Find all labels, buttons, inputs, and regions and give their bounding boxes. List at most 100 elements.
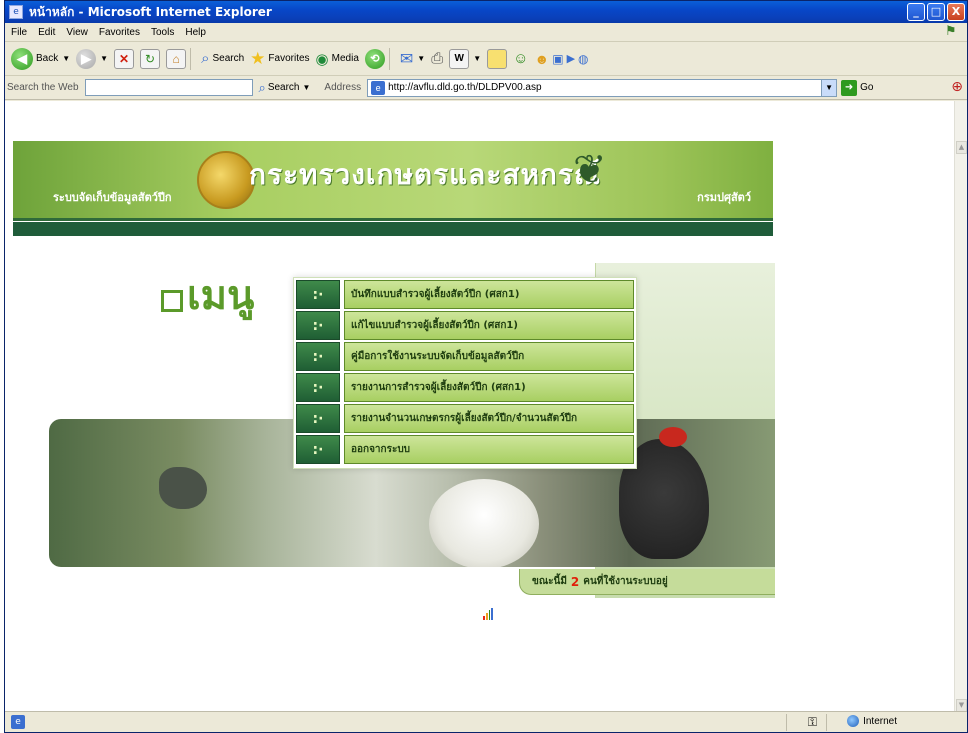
forward-arrow-icon: ▶	[76, 48, 97, 69]
scroll-up-icon[interactable]: ▲	[956, 141, 967, 154]
history-button[interactable]: ⟲	[364, 48, 385, 69]
media-label: Media	[331, 53, 359, 64]
menu-item-label[interactable]: รายงานจำนวนเกษตรกรผู้เลี้ยงสัตว์ปีก/จำนว…	[344, 404, 634, 433]
stats-counter-icon[interactable]	[483, 608, 493, 620]
back-button[interactable]: ◀ Back ▼	[11, 47, 71, 70]
menu-help[interactable]: Help	[179, 27, 211, 38]
toolbar-separator	[388, 47, 390, 70]
window-title: หน้าหลัก - Microsoft Internet Explorer	[29, 4, 272, 19]
bullet-icon: :·	[296, 404, 340, 433]
search-web-button[interactable]: ⌕ Search ▼	[259, 80, 311, 96]
star-icon: ★	[250, 48, 266, 68]
header-banner: ระบบจัดเก็บข้อมูลสัตว์ปีก กระทรวงเกษตรแล…	[13, 141, 773, 236]
mail-icon: ✉	[399, 50, 414, 68]
print-button[interactable]: ⎙	[431, 50, 443, 67]
messenger-button[interactable]: ☺	[513, 50, 528, 67]
menu-item-edit-survey[interactable]: :· แก้ไขแบบสำรวจผู้เลี้ยงสัตว์ปีก (ศสก1)	[296, 311, 634, 340]
online-prefix: ขณะนี้มี	[532, 576, 567, 587]
extra-tools[interactable]: ☻ ▣ ▶ ◍	[534, 51, 588, 67]
refresh-button[interactable]: ↻	[140, 48, 161, 69]
vertical-scrollbar[interactable]: ▲ ▼	[954, 101, 967, 712]
security-icon: ⚿	[807, 715, 817, 729]
home-button[interactable]: ⌂	[166, 48, 187, 69]
system-label: ระบบจัดเก็บข้อมูลสัตว์ปีก	[53, 191, 172, 204]
search-web-input[interactable]	[84, 79, 253, 96]
menu-item-survey-report[interactable]: :· รายงานการสำรวจผู้เลี้ยงสัตว์ปีก (ศสก1…	[296, 373, 634, 402]
mail-button[interactable]: ✉ ▼	[400, 49, 425, 69]
address-dropdown-button[interactable]: ▼	[821, 79, 837, 96]
bullet-icon: :·	[296, 373, 340, 402]
search-web-label: Search the Web	[7, 82, 79, 93]
menu-item-manual[interactable]: :· คู่มือการใช้งานระบบจัดเก็บข้อมูลสัตว์…	[296, 342, 634, 371]
menu-item-label[interactable]: ออกจากระบบ	[344, 435, 634, 464]
globe-icon	[847, 715, 860, 727]
search-label: Search	[212, 53, 245, 64]
stop-icon: ✕	[114, 48, 135, 69]
search-button[interactable]: ⌕ Search	[201, 50, 244, 67]
chevron-down-icon: ▼	[62, 54, 71, 63]
chevron-down-icon: ▼	[417, 54, 426, 63]
go-label: Go	[860, 82, 874, 93]
monitor-icon: ▣	[552, 51, 564, 66]
edit-button[interactable]: W ▼	[449, 48, 481, 69]
back-arrow-icon: ◀	[11, 47, 33, 70]
menu-item-label[interactable]: แก้ไขแบบสำรวจผู้เลี้ยงสัตว์ปีก (ศสก1)	[344, 311, 634, 340]
status-divider	[826, 714, 827, 731]
ie-icon: e	[9, 5, 23, 19]
status-bar: e ⚿ Internet	[5, 711, 967, 732]
search-web-button-label: Search	[267, 82, 300, 93]
magnifier-icon: ⌕	[201, 50, 210, 67]
white-bird-figure	[429, 479, 539, 567]
minimize-button[interactable]: _	[907, 3, 925, 21]
stop-button[interactable]: ✕	[114, 48, 135, 69]
back-label: Back	[36, 53, 59, 64]
go-button[interactable]: ➜ Go	[841, 79, 874, 96]
smiley-icon: ☻	[534, 50, 550, 67]
close-button[interactable]: X	[947, 3, 965, 21]
menu-favorites[interactable]: Favorites	[93, 27, 145, 38]
word-icon: W	[449, 48, 470, 69]
menu-bar: File Edit View Favorites Tools Help ⚑	[5, 23, 967, 42]
menu-view[interactable]: View	[60, 27, 93, 38]
menu-title: เมนู	[187, 273, 255, 319]
zone-label: Internet	[863, 715, 897, 727]
acrobat-icon[interactable]: ⊕	[951, 79, 963, 95]
browser-window: e หน้าหลัก - Microsoft Internet Explorer…	[4, 0, 968, 733]
chevron-down-icon: ▼	[302, 83, 311, 92]
bullet-icon: :·	[296, 280, 340, 309]
chevron-down-icon: ▼	[100, 54, 109, 63]
pigeon-figure	[159, 467, 207, 509]
bamboo-icon: ❦	[573, 147, 607, 193]
discuss-button[interactable]	[487, 48, 508, 69]
bullet-icon: :·	[296, 342, 340, 371]
menu-item-label[interactable]: รายงานการสำรวจผู้เลี้ยงสัตว์ปีก (ศสก1)	[344, 373, 634, 402]
ministry-seal	[197, 151, 255, 209]
toolbar-separator	[190, 47, 192, 70]
status-divider	[786, 714, 787, 731]
address-input[interactable]: e http://avflu.dld.go.th/DLDPV00.asp ▼	[367, 78, 838, 97]
online-count: 2	[570, 574, 580, 589]
magnifier-icon: ⌕	[258, 79, 266, 95]
menu-tools[interactable]: Tools	[145, 27, 179, 38]
bullet-icon: :·	[296, 311, 340, 340]
go-arrow-icon: ➜	[841, 79, 858, 96]
favorites-button[interactable]: ★ Favorites	[250, 49, 309, 69]
forward-button[interactable]: ▶ ▼	[76, 48, 109, 69]
main-menu: :· บันทึกแบบสำรวจผู้เลี้ยงสัตว์ปีก (ศสก1…	[293, 277, 637, 469]
page-icon: e	[371, 80, 386, 95]
bullet-icon: :·	[296, 435, 340, 464]
windows-logo-icon: ⚑	[945, 24, 957, 39]
menu-item-logout[interactable]: :· ออกจากระบบ	[296, 435, 634, 464]
media-button[interactable]: ◉ Media	[316, 50, 359, 68]
rooster-comb	[659, 427, 687, 447]
online-suffix: คนที่ใช้งานระบบอยู่	[583, 576, 668, 587]
menu-edit[interactable]: Edit	[32, 27, 60, 38]
media-icon: ◉	[315, 50, 329, 68]
menu-file[interactable]: File	[5, 27, 32, 38]
menu-item-label[interactable]: คู่มือการใช้งานระบบจัดเก็บข้อมูลสัตว์ปีก	[344, 342, 634, 371]
maximize-button[interactable]: □	[927, 3, 945, 21]
menu-item-label[interactable]: บันทึกแบบสำรวจผู้เลี้ยงสัตว์ปีก (ศสก1)	[344, 280, 634, 309]
standard-toolbar: ◀ Back ▼ ▶ ▼ ✕ ↻ ⌂ ⌕ Search ★ Favorites …	[5, 42, 967, 76]
menu-item-record-survey[interactable]: :· บันทึกแบบสำรวจผู้เลี้ยงสัตว์ปีก (ศสก1…	[296, 280, 634, 309]
menu-item-count-report[interactable]: :· รายงานจำนวนเกษตรกรผู้เลี้ยงสัตว์ปีก/จ…	[296, 404, 634, 433]
